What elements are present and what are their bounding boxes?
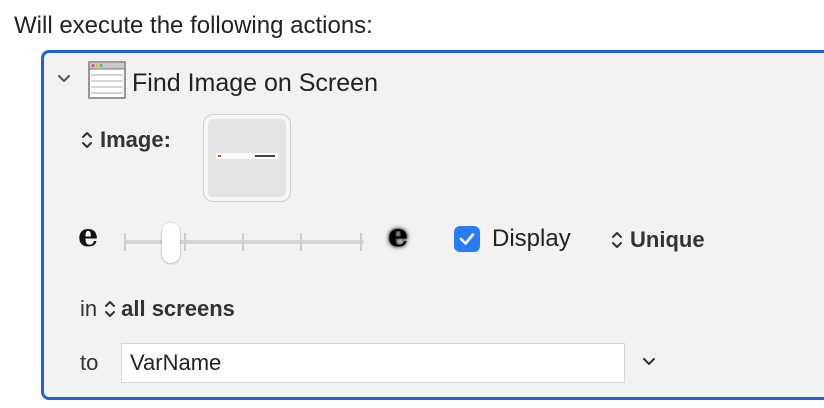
fuzz-low-glyph: e (78, 216, 99, 254)
action-title: Find Image on Screen (132, 69, 378, 97)
display-checkbox-row[interactable]: Display (454, 225, 571, 253)
up-down-arrows-icon (105, 301, 116, 317)
variable-name-input[interactable] (121, 343, 625, 383)
find-image-action-panel[interactable]: Find Image on Screen Image: e e Display (41, 50, 824, 400)
checkmark-icon (459, 233, 475, 245)
up-down-arrows-icon (612, 232, 622, 248)
match-mode-popup[interactable]: Unique (610, 227, 705, 253)
up-down-arrows-icon (82, 132, 92, 148)
actions-heading: Will execute the following actions: (14, 12, 373, 39)
screens-value: all screens (121, 296, 235, 321)
screens-popup[interactable]: all screens (103, 296, 235, 322)
fuzz-slider[interactable] (122, 223, 366, 263)
to-label: to (80, 350, 99, 375)
display-label: Display (492, 225, 571, 252)
window-icon (88, 61, 126, 99)
image-well[interactable] (203, 114, 291, 202)
slider-knob[interactable] (162, 223, 181, 263)
screens-row: in all screens (80, 296, 235, 322)
image-thumbnail (216, 153, 278, 159)
fuzz-high-glyph: e (388, 216, 409, 254)
in-label: in (80, 296, 98, 321)
match-mode-label: Unique (630, 227, 705, 252)
image-source-popup[interactable]: Image: (80, 127, 171, 153)
display-checkbox[interactable] (454, 226, 480, 252)
chevron-down-icon[interactable] (56, 71, 72, 87)
image-label: Image: (100, 127, 171, 152)
chevron-down-icon[interactable] (640, 353, 658, 371)
